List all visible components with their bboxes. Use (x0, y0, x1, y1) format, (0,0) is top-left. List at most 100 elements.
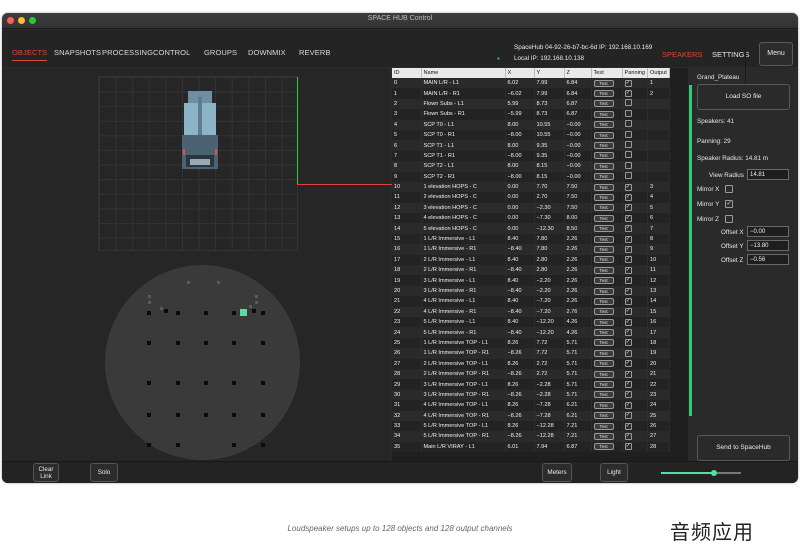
speaker-marker[interactable] (187, 281, 190, 284)
test-button[interactable]: Test (593, 193, 614, 201)
cell-z[interactable]: 6.21 (564, 410, 592, 421)
panning-circle[interactable] (105, 265, 300, 460)
test-button[interactable]: Test (593, 183, 614, 191)
cell-x[interactable]: 8.26 (505, 400, 535, 411)
table-row[interactable]: 6 SCP T1 - L1 8.00 9.35 −0.00 Test (392, 140, 670, 151)
test-button[interactable]: Test (593, 329, 614, 337)
panning-checkbox[interactable]: ✓ (624, 204, 632, 212)
cell-x[interactable]: 8.26 (505, 420, 535, 432)
cell-z[interactable]: 7.50 (564, 181, 592, 193)
cell-x[interactable]: −8.40 (505, 285, 535, 297)
table-row[interactable]: 19 3 L/R Immersive - L1 8.40 −2.20 2.26 Test ✓… (392, 275, 670, 286)
cell-y[interactable]: 7.70 (534, 181, 565, 193)
cell-output[interactable]: 27 (647, 431, 670, 442)
load-so-file-button[interactable]: Load SO file (697, 84, 790, 110)
cell-x[interactable]: 0.00 (505, 213, 535, 224)
speaker-marker[interactable] (261, 381, 265, 385)
cell-z[interactable]: 7.50 (564, 192, 592, 203)
cell-y[interactable]: 7.72 (534, 337, 565, 349)
cell-x[interactable]: 5.99 (505, 98, 535, 110)
table-row[interactable]: 2 Flown Subs - L1 5.99 8.73 6.87 Test (392, 98, 670, 110)
panning-checkbox[interactable]: ✓ (624, 225, 632, 233)
cell-output[interactable]: 7 (647, 223, 670, 234)
panning-checkbox[interactable]: ✓ (624, 266, 632, 274)
cell-x[interactable]: −8.00 (505, 129, 535, 141)
cell-z[interactable]: 6.87 (564, 441, 592, 453)
cell-x[interactable]: 6.02 (505, 78, 535, 89)
table-row[interactable]: 9 SCP T2 - R1 −8.00 8.15 −0.00 Test (392, 171, 670, 182)
cell-output[interactable]: 6 (647, 213, 670, 224)
cell-y[interactable]: 8.73 (534, 109, 565, 120)
cell-y[interactable]: 2.72 (534, 368, 565, 380)
cell-x[interactable]: 0.00 (505, 181, 535, 193)
test-button[interactable]: Test (593, 297, 614, 305)
cell-x[interactable]: −8.26 (505, 348, 535, 359)
cell-x[interactable]: −8.00 (505, 150, 535, 162)
cell-name[interactable]: 3 L/R Immersive TOP - R1 (421, 389, 506, 401)
cell-z[interactable]: 8.50 (564, 223, 592, 234)
cell-output[interactable]: 16 (647, 316, 670, 328)
panning-checkbox[interactable]: ✓ (624, 318, 632, 326)
panning-checkbox[interactable] (624, 151, 632, 159)
col-output[interactable]: Output (647, 68, 670, 78)
cell-name[interactable]: 4 L/R Immersive - L1 (421, 296, 506, 307)
table-row[interactable]: 5 SCP T0 - R1 −8.00 10.55 −0.00 Test (392, 129, 670, 141)
cell-z[interactable]: −0.00 (564, 119, 592, 130)
cell-z[interactable]: 2.26 (564, 265, 592, 276)
col-test[interactable]: Test (591, 68, 623, 78)
table-row[interactable]: 29 3 L/R Immersive TOP - L1 8.26 −2.28 5.71 T… (392, 379, 670, 390)
cell-name[interactable]: 3 elevation HOPS - C (421, 202, 506, 214)
cell-name[interactable]: 3 L/R Immersive - L1 (421, 275, 506, 286)
cell-z[interactable]: 6.87 (564, 98, 592, 110)
panning-checkbox[interactable]: ✓ (624, 381, 632, 389)
col-id[interactable]: ID (392, 68, 422, 78)
cell-y[interactable]: 7.72 (534, 348, 565, 359)
speaker-marker[interactable] (147, 341, 151, 345)
cell-x[interactable]: −8.40 (505, 244, 535, 255)
tab-processing[interactable]: PROCESSING (102, 48, 153, 57)
cell-y[interactable]: −2.20 (534, 275, 565, 286)
cell-x[interactable]: −8.26 (505, 410, 535, 421)
test-button[interactable]: Test (593, 318, 614, 326)
cell-x[interactable]: 8.00 (505, 140, 535, 151)
test-button[interactable]: Test (593, 90, 614, 98)
speaker-marker[interactable] (204, 341, 208, 345)
cell-x[interactable]: −8.26 (505, 389, 535, 401)
cell-y[interactable]: 9.35 (534, 140, 565, 151)
table-row[interactable]: 35 Main L/R VIRAY - L1 6.01 7.94 6.87 Test ✓ 28 (392, 441, 670, 453)
cell-name[interactable]: 1 L/R Immersive TOP - L1 (421, 337, 506, 349)
panning-checkbox[interactable]: ✓ (624, 79, 632, 87)
test-button[interactable]: Test (593, 443, 614, 451)
table-row[interactable]: 14 5 elevation HOPS - C 0.00 −12.30 8.50 Test… (392, 223, 670, 234)
table-row[interactable]: 18 2 L/R Immersive - R1 −8.40 2.80 2.26 Test ✓… (392, 265, 670, 276)
cell-output[interactable] (647, 161, 670, 172)
offset-z-input[interactable]: −0.56 (747, 254, 789, 265)
cell-x[interactable]: 8.00 (505, 161, 535, 172)
speaker-marker[interactable] (249, 305, 252, 308)
table-row[interactable]: 8 SCP T2 - L1 8.00 8.15 −0.00 Test (392, 161, 670, 172)
test-button[interactable]: Test (593, 152, 614, 160)
cell-output[interactable]: 1 (647, 78, 670, 89)
panning-checkbox[interactable] (624, 172, 632, 180)
table-row[interactable]: 11 2 elevation HOPS - C 0.00 2.70 7.50 Test ✓ 4 (392, 192, 670, 203)
cell-output[interactable]: 12 (647, 275, 670, 286)
test-button[interactable]: Test (593, 214, 614, 222)
test-button[interactable]: Test (593, 422, 614, 430)
cell-z[interactable]: 5.71 (564, 337, 592, 349)
cell-output[interactable]: 28 (647, 441, 670, 453)
cell-y[interactable]: 7.80 (534, 244, 565, 255)
cell-x[interactable]: −8.26 (505, 368, 535, 380)
cell-name[interactable]: 5 elevation HOPS - C (421, 223, 506, 234)
cell-z[interactable]: 2.26 (564, 275, 592, 286)
slider-handle[interactable] (710, 470, 717, 476)
cell-z[interactable]: 4.26 (564, 327, 592, 338)
cell-y[interactable]: −12.30 (534, 223, 565, 234)
table-scrollbar[interactable] (689, 85, 692, 416)
cell-x[interactable]: −8.26 (505, 431, 535, 442)
cell-z[interactable]: −0.00 (564, 150, 592, 162)
speaker-marker[interactable] (217, 281, 220, 284)
cell-y[interactable]: 7.94 (534, 441, 565, 453)
cell-output[interactable]: 14 (647, 296, 670, 307)
panning-checkbox[interactable]: ✓ (624, 422, 632, 430)
cell-y[interactable]: −7.20 (534, 306, 565, 317)
